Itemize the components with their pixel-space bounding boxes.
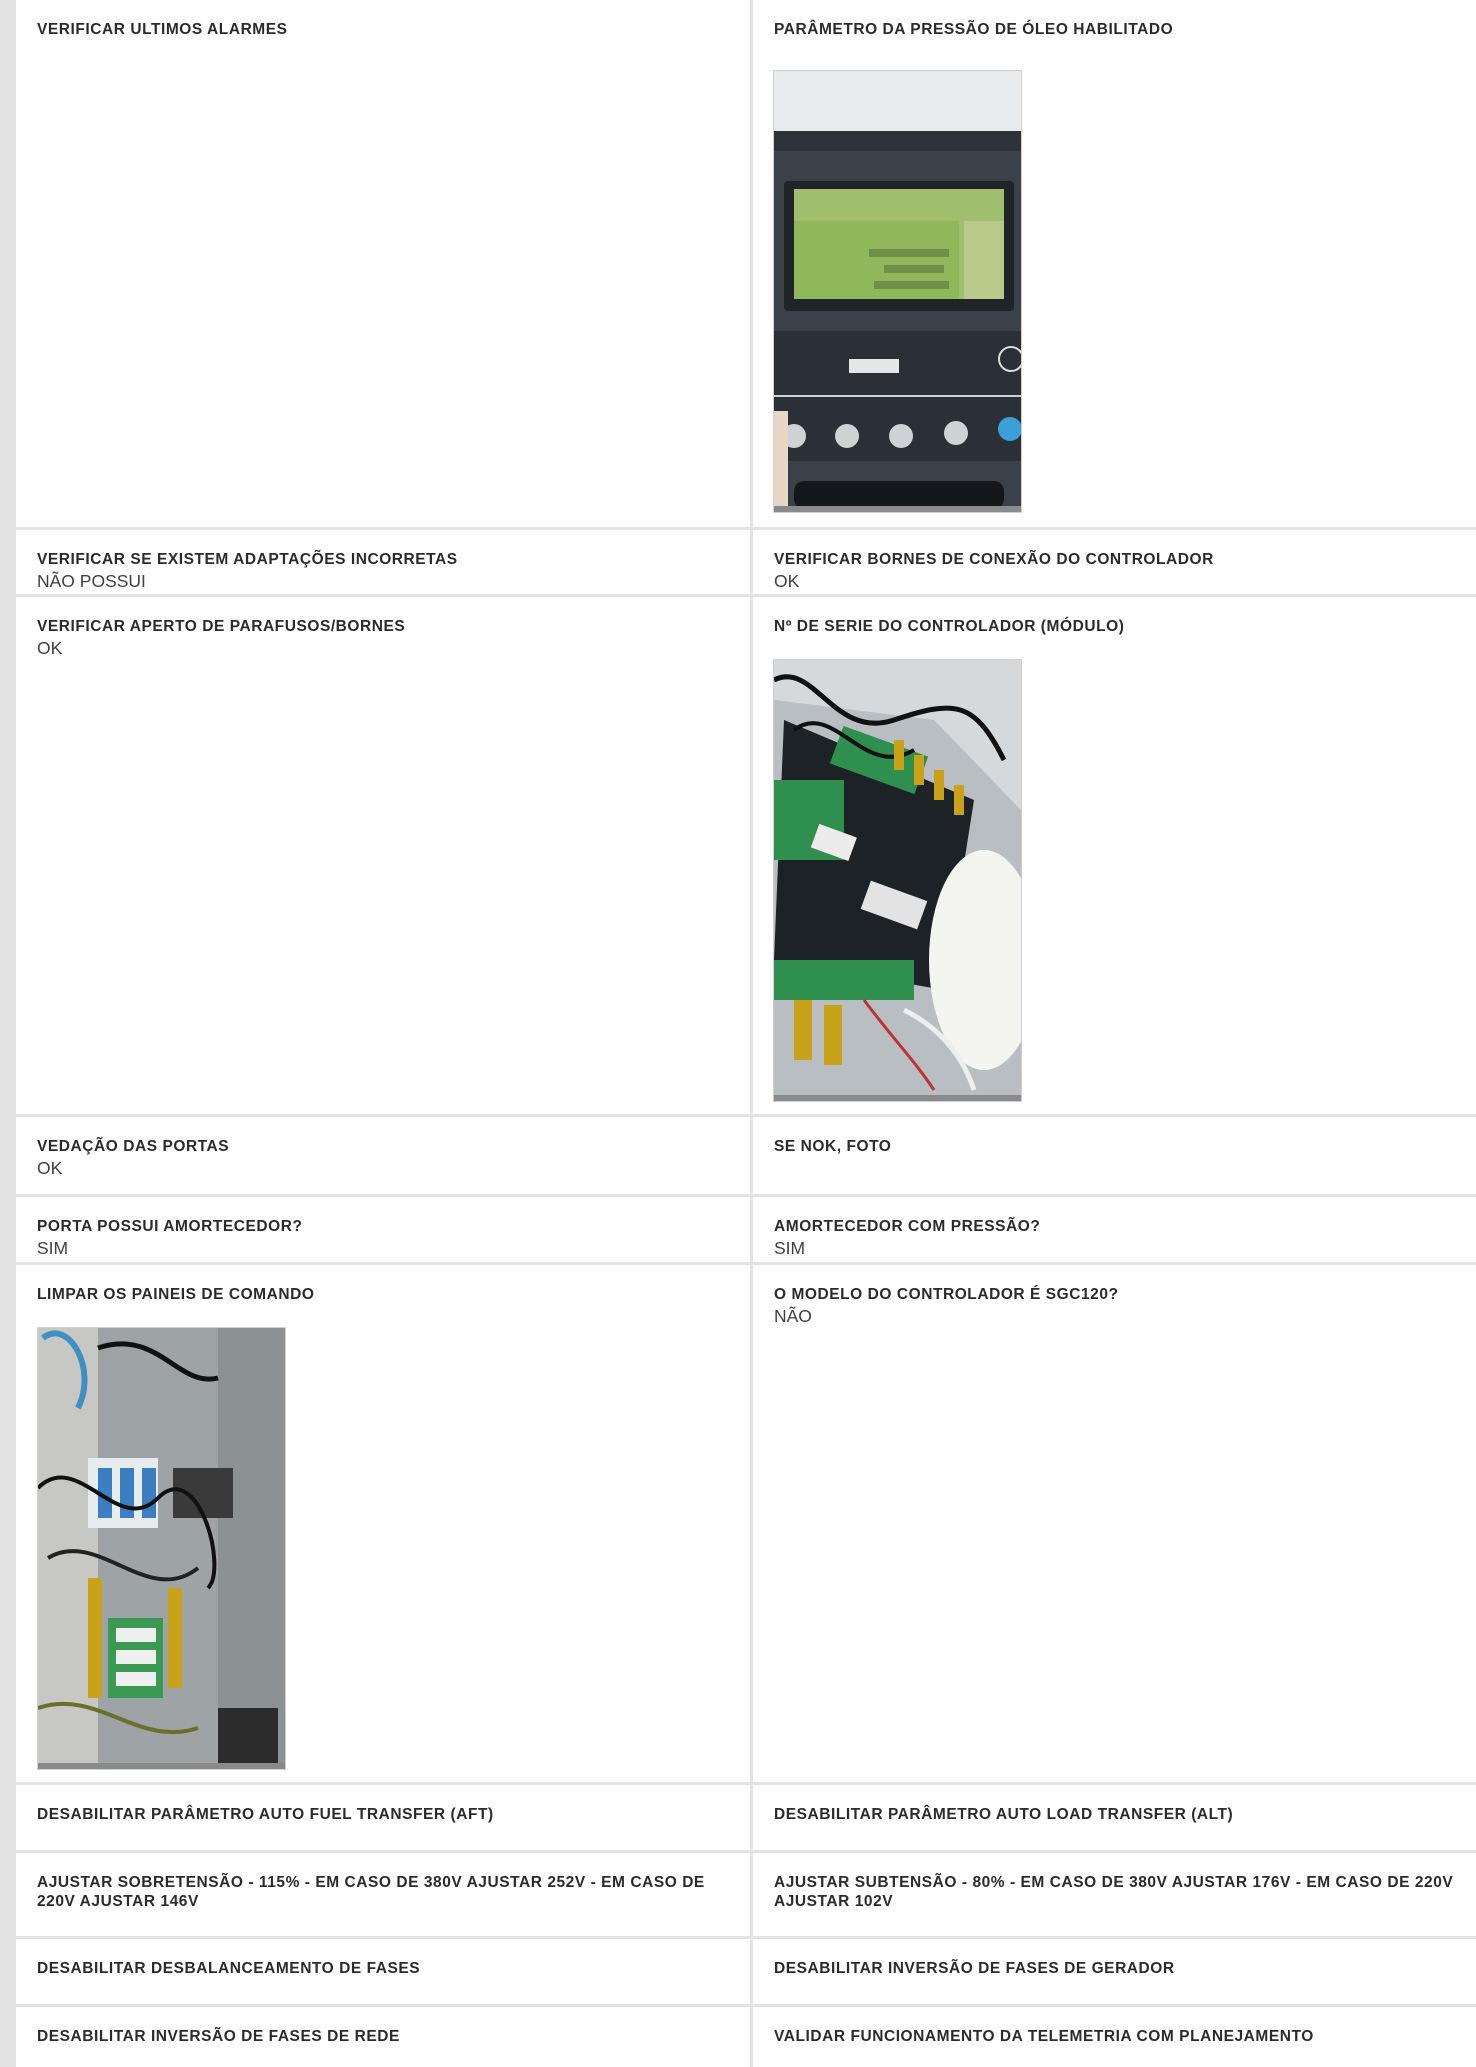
field-value: OK — [37, 1158, 63, 1178]
field-label: VALIDAR FUNCIONAMENTO DA TELEMETRIA COM … — [774, 2028, 1314, 2045]
command-panel-photo[interactable] — [37, 1327, 286, 1770]
field-label: O MODELO DO CONTROLADOR É SGC120? — [774, 1286, 1119, 1303]
field-value: NÃO — [774, 1306, 812, 1326]
field-value: OK — [774, 571, 800, 591]
field-label: DESABILITAR INVERSÃO DE FASES DE GERADOR — [774, 1960, 1175, 1977]
checklist-cell: DESABILITAR PARÂMETRO AUTO FUEL TRANSFER… — [16, 1785, 750, 1850]
field-label: VERIFICAR APERTO DE PARAFUSOS/BORNES — [37, 618, 406, 635]
field-value: OK — [37, 638, 63, 658]
checklist-cell: DESABILITAR INVERSÃO DE FASES DE GERADOR — [753, 1939, 1476, 2004]
field-label: VERIFICAR BORNES DE CONEXÃO DO CONTROLAD… — [774, 551, 1214, 568]
checklist-cell: VERIFICAR APERTO DE PARAFUSOS/BORNES OK — [16, 597, 750, 1114]
field-value: SIM — [774, 1238, 806, 1258]
field-label: DESABILITAR DESBALANCEAMENTO DE FASES — [37, 1960, 421, 1977]
controller-display-photo[interactable] — [773, 70, 1022, 513]
field-label: AJUSTAR SOBRETENSÃO - 115% - EM CASO DE … — [37, 1874, 705, 1910]
field-label: Nº DE SERIE DO CONTROLADOR (MÓDULO) — [774, 618, 1125, 635]
checklist-cell: VEDAÇÃO DAS PORTAS OK — [16, 1117, 750, 1194]
field-label: VERIFICAR SE EXISTEM ADAPTAÇÕES INCORRET… — [37, 551, 458, 568]
controller-module-photo[interactable] — [773, 659, 1022, 1102]
checklist-cell: O MODELO DO CONTROLADOR É SGC120? NÃO — [753, 1265, 1476, 1782]
checklist-cell: DESABILITAR PARÂMETRO AUTO LOAD TRANSFER… — [753, 1785, 1476, 1850]
checklist-cell: AMORTECEDOR COM PRESSÃO? SIM — [753, 1197, 1476, 1262]
field-label: PORTA POSSUI AMORTECEDOR? — [37, 1218, 303, 1235]
field-label: VEDAÇÃO DAS PORTAS — [37, 1138, 230, 1155]
field-label: DESABILITAR PARÂMETRO AUTO FUEL TRANSFER… — [37, 1806, 494, 1823]
checklist-cell: LIMPAR OS PAINEIS DE COMANDO — [16, 1265, 750, 1782]
checklist-cell: SE NOK, FOTO — [753, 1117, 1476, 1194]
checklist-grid: VERIFICAR ULTIMOS ALARMES PARÂMETRO DA P… — [0, 0, 1476, 2067]
checklist-cell: VERIFICAR SE EXISTEM ADAPTAÇÕES INCORRET… — [16, 530, 750, 594]
checklist-cell: VALIDAR FUNCIONAMENTO DA TELEMETRIA COM … — [753, 2007, 1476, 2067]
checklist-cell: DESABILITAR DESBALANCEAMENTO DE FASES — [16, 1939, 750, 2004]
field-value: NÃO POSSUI — [37, 571, 146, 591]
field-label: DESABILITAR INVERSÃO DE FASES DE REDE — [37, 2028, 400, 2045]
checklist-cell: Nº DE SERIE DO CONTROLADOR (MÓDULO) — [753, 597, 1476, 1114]
field-label: DESABILITAR PARÂMETRO AUTO LOAD TRANSFER… — [774, 1806, 1234, 1823]
checklist-cell: AJUSTAR SOBRETENSÃO - 115% - EM CASO DE … — [16, 1853, 750, 1936]
checklist-cell: PARÂMETRO DA PRESSÃO DE ÓLEO HABILITADO — [753, 0, 1476, 527]
field-label: PARÂMETRO DA PRESSÃO DE ÓLEO HABILITADO — [774, 21, 1174, 38]
field-label: SE NOK, FOTO — [774, 1138, 892, 1155]
field-label: AJUSTAR SUBTENSÃO - 80% - EM CASO DE 380… — [774, 1874, 1454, 1910]
field-label: VERIFICAR ULTIMOS ALARMES — [37, 21, 288, 38]
field-label: LIMPAR OS PAINEIS DE COMANDO — [37, 1286, 315, 1303]
field-value: SIM — [37, 1238, 69, 1258]
checklist-cell: VERIFICAR BORNES DE CONEXÃO DO CONTROLAD… — [753, 530, 1476, 594]
checklist-cell: DESABILITAR INVERSÃO DE FASES DE REDE — [16, 2007, 750, 2067]
checklist-cell: AJUSTAR SUBTENSÃO - 80% - EM CASO DE 380… — [753, 1853, 1476, 1936]
field-label: AMORTECEDOR COM PRESSÃO? — [774, 1218, 1041, 1235]
checklist-cell: VERIFICAR ULTIMOS ALARMES — [16, 0, 750, 527]
checklist-cell: PORTA POSSUI AMORTECEDOR? SIM — [16, 1197, 750, 1262]
